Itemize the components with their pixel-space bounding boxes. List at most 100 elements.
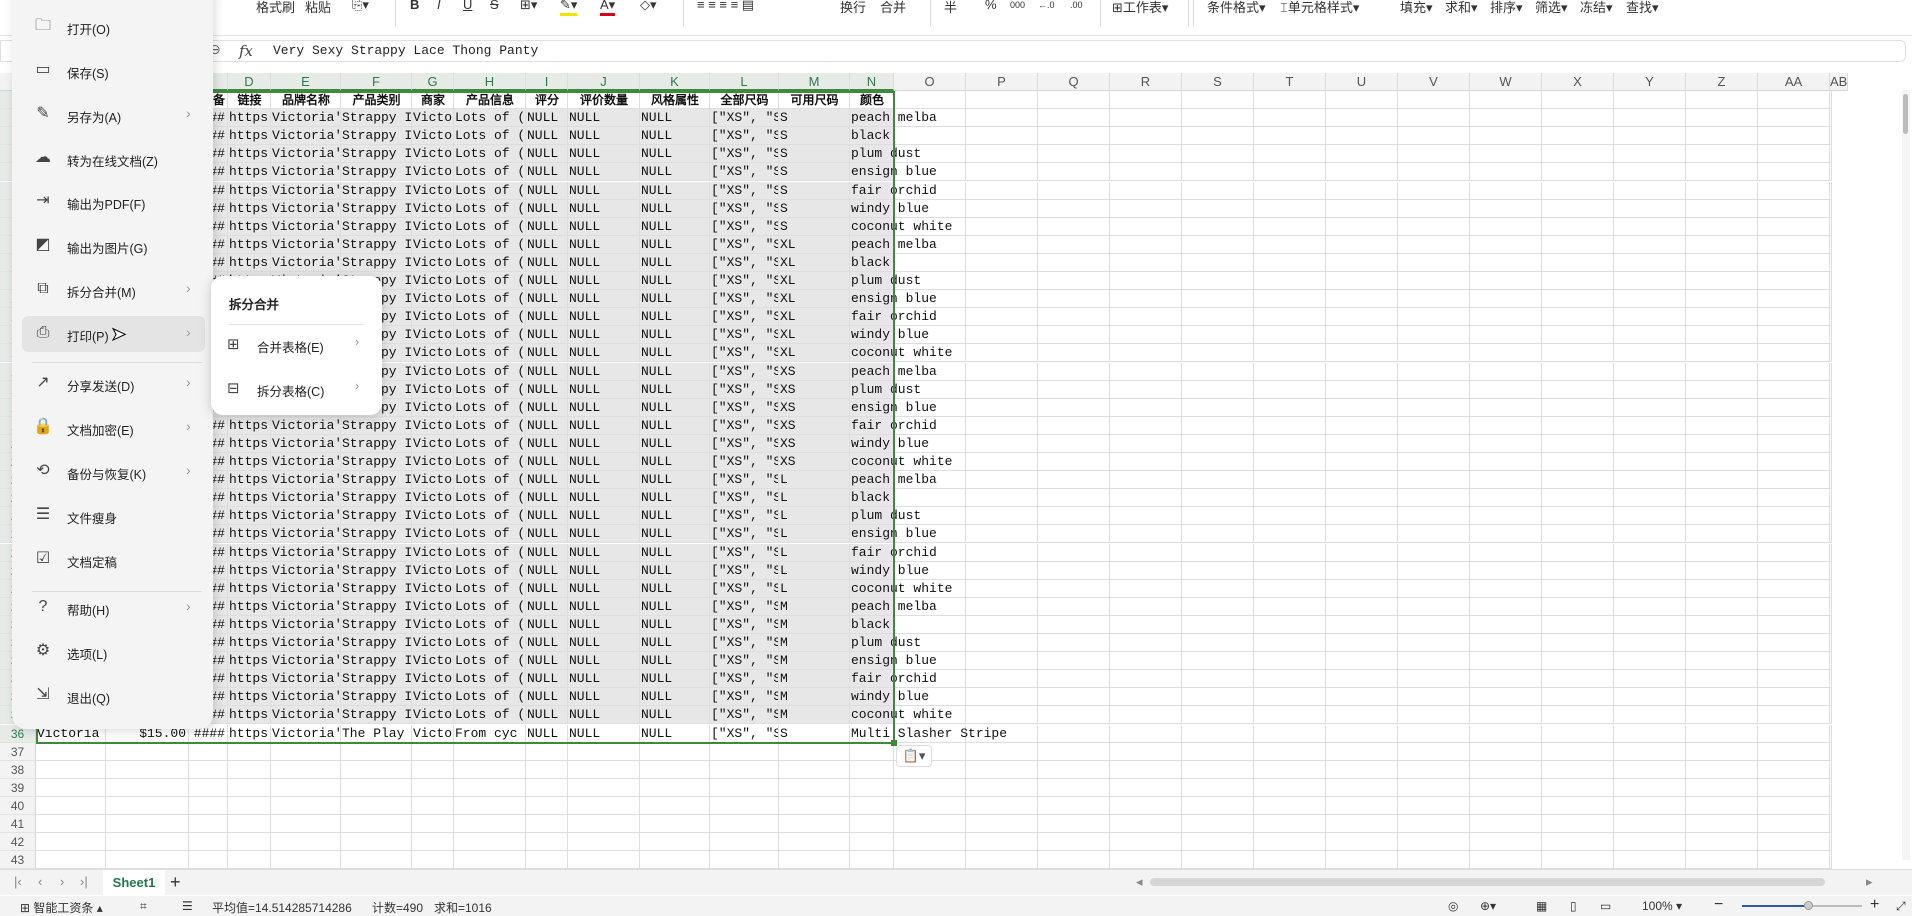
cell[interactable]: Lots of ( (454, 670, 526, 689)
cell[interactable] (526, 760, 568, 779)
cell[interactable] (454, 851, 526, 869)
cell[interactable] (1542, 272, 1614, 291)
cell[interactable]: plum dust (850, 634, 921, 653)
cell[interactable] (894, 815, 966, 834)
cell[interactable] (966, 398, 1038, 417)
cell[interactable]: M (779, 597, 850, 616)
cell[interactable]: Victo (412, 362, 454, 381)
cell[interactable] (1542, 525, 1614, 544)
cell[interactable]: Lots of ( (454, 380, 526, 399)
macro-icon[interactable]: ⌗ (140, 899, 147, 914)
cell[interactable] (1398, 561, 1470, 580)
cell[interactable] (1830, 109, 1832, 128)
cell[interactable] (1182, 272, 1254, 291)
cell[interactable] (779, 815, 850, 834)
cell[interactable] (710, 815, 779, 834)
cell[interactable] (1830, 615, 1832, 634)
cell[interactable]: Victoria' (271, 109, 341, 128)
cell[interactable] (966, 742, 1038, 761)
cell[interactable] (1038, 453, 1110, 472)
cell[interactable]: ["XS", "S (710, 543, 779, 562)
cell[interactable] (1686, 851, 1758, 869)
cell[interactable]: NULL (568, 471, 640, 490)
cell[interactable] (1254, 833, 1326, 852)
cell[interactable]: Lots of ( (454, 453, 526, 472)
cell[interactable]: NULL (526, 688, 568, 707)
cell[interactable]: Victo (412, 253, 454, 272)
cell[interactable]: NULL (640, 235, 710, 254)
cell[interactable]: XL (779, 272, 850, 291)
first-sheet-icon[interactable]: |‹ (14, 874, 22, 889)
cell[interactable] (1614, 344, 1686, 363)
cell[interactable]: NULL (640, 217, 710, 236)
cell[interactable]: NULL (568, 145, 640, 164)
cell[interactable] (1110, 235, 1182, 254)
cell[interactable] (1542, 398, 1614, 417)
cell[interactable] (526, 742, 568, 761)
cell[interactable] (1686, 724, 1758, 743)
scroll-thumb[interactable] (1903, 94, 1908, 134)
cell[interactable]: NULL (526, 489, 568, 508)
cell[interactable] (966, 543, 1038, 562)
cell[interactable] (568, 742, 640, 761)
cell[interactable]: XS (779, 434, 850, 453)
format-painter-button[interactable]: 格式刷 (256, 0, 295, 16)
cell[interactable] (1182, 145, 1254, 164)
cell[interactable] (1470, 525, 1542, 544)
cell[interactable] (1614, 507, 1686, 526)
cell[interactable]: NULL (526, 362, 568, 381)
cell[interactable] (1614, 724, 1686, 743)
cell[interactable] (1110, 217, 1182, 236)
cell[interactable] (894, 851, 966, 869)
cell[interactable] (1686, 163, 1758, 182)
cell[interactable]: NULL (568, 253, 640, 272)
cell[interactable]: NULL (640, 253, 710, 272)
cell[interactable]: Lots of ( (454, 416, 526, 435)
cell[interactable] (1542, 742, 1614, 761)
cell[interactable]: Lots of ( (454, 525, 526, 544)
cell[interactable] (1614, 597, 1686, 616)
cell[interactable] (1254, 688, 1326, 707)
cell[interactable] (1542, 253, 1614, 272)
cell[interactable] (1542, 326, 1614, 345)
cell[interactable] (1038, 326, 1110, 345)
cell[interactable] (526, 833, 568, 852)
cell[interactable] (1614, 778, 1686, 797)
cell[interactable] (1038, 489, 1110, 508)
cell[interactable]: NULL (640, 652, 710, 671)
cell[interactable]: NULL (526, 706, 568, 725)
header-cell[interactable] (1398, 91, 1470, 110)
cell[interactable] (1326, 127, 1398, 146)
cell[interactable] (1182, 344, 1254, 363)
worksheet-button[interactable]: ⊞工作表▾ (1112, 0, 1168, 16)
cell[interactable] (1038, 706, 1110, 725)
cell[interactable] (1614, 833, 1686, 852)
add-sheet-button[interactable]: + (170, 872, 181, 893)
cell[interactable]: NULL (526, 652, 568, 671)
cell[interactable] (1326, 652, 1398, 671)
cell[interactable] (1758, 652, 1830, 671)
cell[interactable]: NULL (526, 181, 568, 200)
cell[interactable]: Victoria' (271, 217, 341, 236)
cell[interactable]: NULL (568, 434, 640, 453)
cell[interactable] (1110, 434, 1182, 453)
cell[interactable] (1038, 163, 1110, 182)
cell[interactable] (1542, 543, 1614, 562)
column-header-R[interactable]: R (1110, 73, 1182, 91)
cell[interactable] (1110, 253, 1182, 272)
thousands-button[interactable]: 000 (1010, 0, 1025, 10)
cell[interactable]: XL (779, 326, 850, 345)
cell[interactable]: NULL (526, 579, 568, 598)
cell[interactable]: Victo (412, 326, 454, 345)
header-cell[interactable] (1110, 91, 1182, 110)
cell[interactable]: NULL (640, 127, 710, 146)
cell[interactable] (894, 615, 966, 634)
cell[interactable] (1758, 199, 1830, 218)
cell[interactable]: NULL (640, 163, 710, 182)
cell[interactable]: NULL (526, 670, 568, 689)
cell[interactable] (1038, 760, 1110, 779)
layout-icon[interactable]: ⊕▾ (1480, 899, 1496, 913)
cell[interactable]: Victoria' (271, 453, 341, 472)
cell[interactable] (1830, 290, 1832, 309)
cell[interactable] (1398, 109, 1470, 128)
